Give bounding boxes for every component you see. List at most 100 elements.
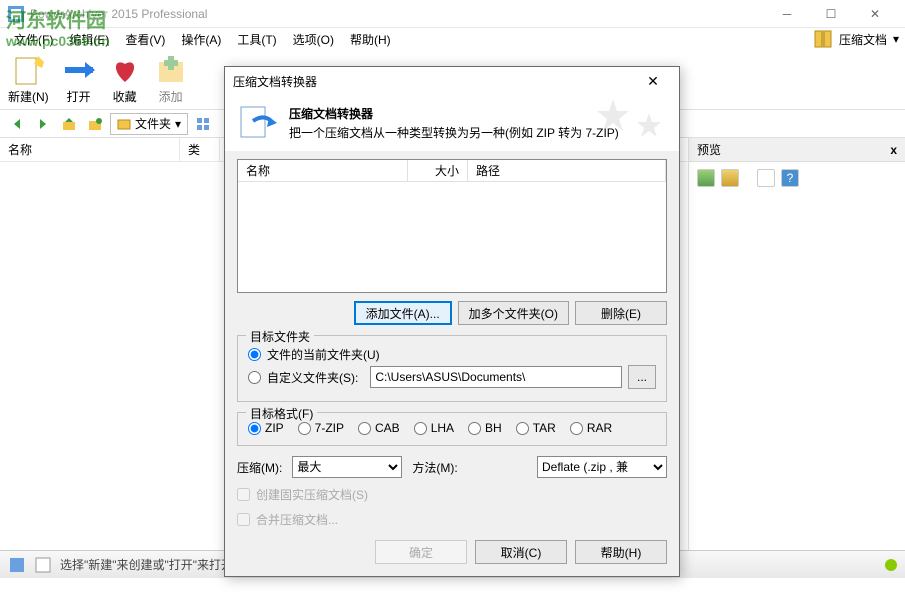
heart-icon [109, 54, 141, 86]
add-files-button[interactable]: 添加文件(A)... [354, 301, 452, 325]
help-button[interactable]: 帮助(H) [575, 540, 667, 564]
radio-cab[interactable] [358, 422, 371, 435]
status-icon-1[interactable] [8, 556, 26, 574]
menu-file[interactable]: 文件(F) [6, 29, 61, 50]
add-folders-button[interactable]: 加多个文件夹(O) [458, 301, 569, 325]
preview-header: 预览 x [689, 138, 905, 162]
archive-label: 压缩文档 [839, 31, 887, 48]
app-icon [8, 6, 24, 22]
dialog-header-title: 压缩文档转换器 [289, 107, 373, 121]
nav-up-button[interactable] [58, 113, 80, 135]
dialog-file-buttons: 添加文件(A)... 加多个文件夹(O) 删除(E) [237, 301, 667, 325]
custom-path-input[interactable] [370, 366, 622, 388]
solid-archive-checkbox [237, 488, 250, 501]
folders-label: 文件夹 [135, 115, 171, 132]
dialog-header-text: 压缩文档转换器 把一个压缩文档从一种类型转换为另一种(例如 ZIP 转为 7-Z… [289, 105, 619, 141]
dialog-body: 名称 大小 路径 添加文件(A)... 加多个文件夹(O) 删除(E) 目标文件… [225, 151, 679, 576]
dialog-header-desc: 把一个压缩文档从一种类型转换为另一种(例如 ZIP 转为 7-ZIP) [289, 124, 619, 141]
maximize-button[interactable]: ☐ [809, 0, 853, 28]
merge-archive-checkbox-row: 合并压缩文档... [237, 511, 667, 528]
target-folder-group: 目标文件夹 文件的当前文件夹(U) 自定义文件夹(S): ... [237, 335, 667, 402]
menu-options[interactable]: 选项(O) [285, 29, 342, 50]
dialog-titlebar: 压缩文档转换器 ✕ [225, 67, 679, 95]
target-format-legend: 目标格式(F) [246, 405, 317, 422]
preview-photo-icon[interactable] [721, 169, 739, 187]
preview-pane: 预览 x ? [689, 138, 905, 550]
add-label: 添加 [159, 88, 183, 105]
radio-rar[interactable] [570, 422, 583, 435]
col-path[interactable]: 路径 [468, 160, 666, 181]
col-type[interactable]: 类 [180, 138, 220, 161]
chevron-down-icon: ▾ [893, 32, 899, 46]
radio-zip[interactable] [248, 422, 261, 435]
preview-title-label: 预览 [697, 141, 890, 158]
add-button[interactable]: 添加 [155, 54, 187, 105]
menu-action[interactable]: 操作(A) [173, 29, 229, 50]
status-icon-2[interactable] [34, 556, 52, 574]
menu-tools[interactable]: 工具(T) [229, 29, 284, 50]
preview-grid-icon[interactable] [757, 169, 775, 187]
open-icon [63, 54, 95, 86]
format-options: ZIP 7-ZIP CAB LHA BH TAR RAR [248, 421, 656, 435]
decoration-icon [593, 95, 673, 151]
menu-view[interactable]: 查看(V) [117, 29, 173, 50]
col-name[interactable]: 名称 [0, 138, 180, 161]
target-format-group: 目标格式(F) ZIP 7-ZIP CAB LHA BH TAR RAR [237, 412, 667, 446]
col-name[interactable]: 名称 [238, 160, 408, 181]
preview-help-icon[interactable]: ? [781, 169, 799, 187]
open-button[interactable]: 打开 [63, 54, 95, 105]
window-title: PowerArchiver 2015 Professional [30, 7, 765, 21]
radio-current-folder[interactable] [248, 348, 261, 361]
add-icon [155, 54, 187, 86]
solid-archive-checkbox-row: 创建固实压缩文档(S) [237, 486, 667, 503]
menu-bar: 文件(F) 编辑(E) 查看(V) 操作(A) 工具(T) 选项(O) 帮助(H… [0, 28, 905, 50]
radio-custom-folder[interactable] [248, 371, 261, 384]
compression-select[interactable]: 最大 [292, 456, 402, 478]
delete-button[interactable]: 删除(E) [575, 301, 667, 325]
method-select[interactable]: Deflate (.zip , 兼 [537, 456, 667, 478]
radio-lha[interactable] [414, 422, 427, 435]
merge-archive-label: 合并压缩文档... [256, 511, 338, 528]
menu-edit[interactable]: 编辑(E) [61, 29, 117, 50]
method-label: 方法(M): [412, 459, 457, 476]
nav-root-button[interactable] [84, 113, 106, 135]
window-titlebar: PowerArchiver 2015 Professional ─ ☐ ✕ [0, 0, 905, 28]
radio-tar[interactable] [516, 422, 529, 435]
cancel-button[interactable]: 取消(C) [475, 540, 567, 564]
menu-help[interactable]: 帮助(H) [342, 29, 399, 50]
dialog-file-list[interactable]: 名称 大小 路径 [237, 159, 667, 293]
dialog-header: 压缩文档转换器 把一个压缩文档从一种类型转换为另一种(例如 ZIP 转为 7-Z… [225, 95, 679, 151]
target-folder-legend: 目标文件夹 [246, 328, 314, 345]
close-button[interactable]: ✕ [853, 0, 897, 28]
folders-dropdown[interactable]: 文件夹 ▾ [110, 113, 188, 135]
dialog-footer: 确定 取消(C) 帮助(H) [237, 540, 667, 564]
folder-icon [117, 117, 131, 131]
open-label: 打开 [67, 88, 91, 105]
dialog-list-header: 名称 大小 路径 [238, 160, 666, 182]
nav-back-button[interactable] [6, 113, 28, 135]
radio-custom-label: 自定义文件夹(S): [267, 369, 358, 386]
archive-icon [813, 29, 833, 49]
dialog-title: 压缩文档转换器 [233, 73, 635, 90]
new-icon [12, 54, 44, 86]
compression-row: 压缩(M): 最大 方法(M): Deflate (.zip , 兼 [237, 456, 667, 478]
minimize-button[interactable]: ─ [765, 0, 809, 28]
status-indicator-icon [885, 559, 897, 571]
archive-dropdown[interactable]: 压缩文档 ▾ [813, 29, 899, 49]
view-grid-button[interactable] [192, 113, 214, 135]
ok-button[interactable]: 确定 [375, 540, 467, 564]
new-button[interactable]: 新建(N) [8, 54, 49, 105]
convert-archive-dialog: 压缩文档转换器 ✕ 压缩文档转换器 把一个压缩文档从一种类型转换为另一种(例如 … [224, 66, 680, 577]
radio-7zip[interactable] [298, 422, 311, 435]
compression-label: 压缩(M): [237, 459, 282, 476]
preview-close-button[interactable]: x [890, 143, 897, 157]
nav-forward-button[interactable] [32, 113, 54, 135]
browse-button[interactable]: ... [628, 365, 656, 389]
dialog-close-button[interactable]: ✕ [635, 69, 671, 93]
preview-image-icon[interactable] [697, 169, 715, 187]
radio-bh[interactable] [468, 422, 481, 435]
merge-archive-checkbox [237, 513, 250, 526]
col-size[interactable]: 大小 [408, 160, 468, 181]
favorite-button[interactable]: 收藏 [109, 54, 141, 105]
preview-toolbar: ? [689, 162, 905, 194]
